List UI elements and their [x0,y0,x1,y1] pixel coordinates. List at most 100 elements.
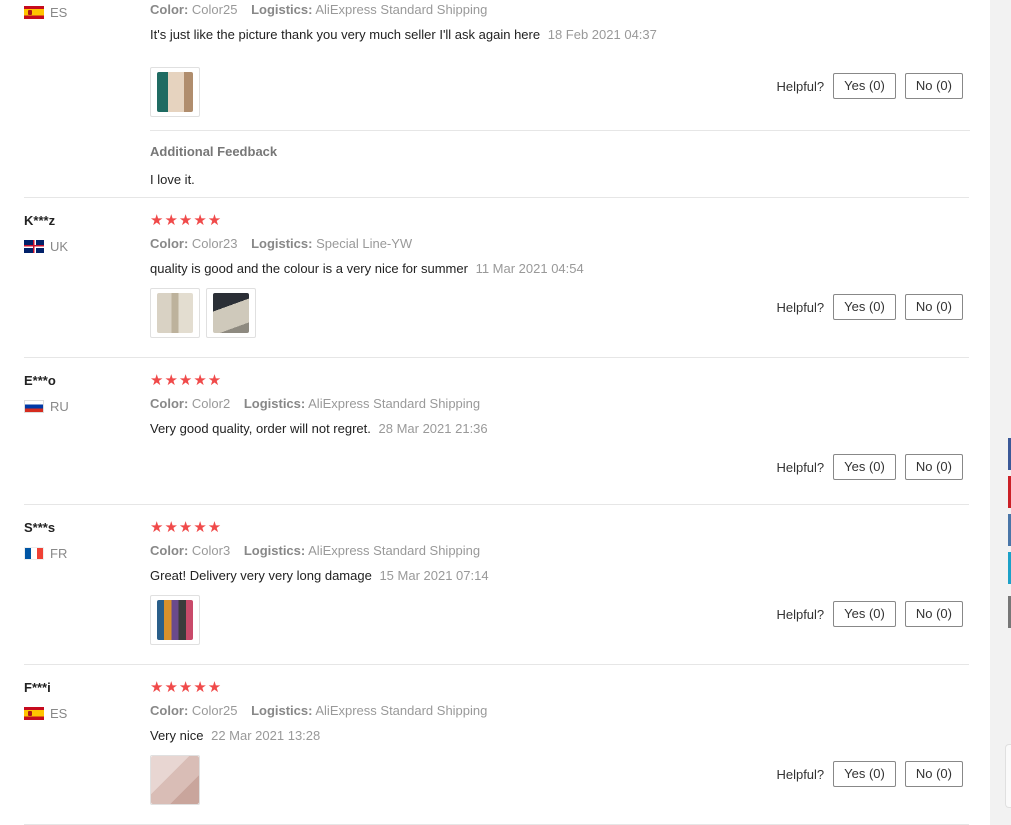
reviewer-country: UK [24,238,134,254]
reviewer: E***o RU [24,372,134,414]
additional-feedback: Additional Feedback I love it. [150,130,970,189]
helpful-label: Helpful? [776,459,825,475]
country-code: UK [50,238,69,254]
logistics-key: Logistics: [243,543,306,558]
additional-feedback-text: I love it. [150,172,195,187]
country-code: RU [50,398,69,414]
helpful-vote: Helpful? Yes (0) No (0) [776,601,963,627]
review-text: quality is good and the colour is a very… [150,260,970,278]
review-body: It's just like the picture thank you ver… [150,27,541,42]
review-photo-thumbnail[interactable] [150,67,200,117]
helpful-yes-button[interactable]: Yes (0) [833,73,896,99]
review-content: ★★★★★ Color: Color2 Logistics: AliExpres… [150,372,970,438]
review-item: E***o RU ★★★★★ Color: Color2 Logistics: … [24,372,969,505]
review-meta: Color: Color3 Logistics: AliExpress Stan… [150,542,970,560]
helpful-label: Helpful? [776,299,825,315]
reviewer-name: E***o [24,373,56,388]
logistics-value: AliExpress Standard Shipping [308,396,481,411]
color-key: Color: [150,703,189,718]
helpful-vote: Helpful? Yes (0) No (0) [776,294,963,320]
star-rating: ★★★★★ [150,519,223,536]
additional-feedback-title: Additional Feedback [150,144,278,159]
color-key: Color: [150,236,189,251]
color-value: Color25 [191,703,238,718]
helpful-no-button[interactable]: No (0) [904,761,963,787]
helpful-label: Helpful? [776,606,825,622]
color-value: Color25 [191,2,238,17]
review-text: It's just like the picture thank you ver… [150,26,970,44]
color-value: Color23 [191,236,238,251]
review-photo-thumbnail[interactable] [150,595,200,645]
helpful-label: Helpful? [776,78,825,94]
color-key: Color: [150,543,189,558]
review-meta: Color: Color25 Logistics: AliExpress Sta… [150,1,970,19]
russia-flag-icon [24,399,44,413]
helpful-yes-button[interactable]: Yes (0) [833,601,896,627]
review-body: Great! Delivery very very long damage [150,568,372,583]
review-date: 22 Mar 2021 13:28 [211,728,321,743]
review-photos [150,595,200,645]
review-body: Very good quality, order will not regret… [150,421,371,436]
review-photos [150,67,200,117]
logistics-key: Logistics: [251,703,313,718]
country-code: ES [50,705,68,721]
country-code: FR [50,545,68,561]
reviewer-name: S***s [24,520,56,535]
logistics-value: Special Line-YW [316,236,413,251]
color-value: Color3 [191,543,231,558]
reviewer: S***s FR [24,519,134,561]
review-meta: Color: Color25 Logistics: AliExpress Sta… [150,702,970,720]
helpful-yes-button[interactable]: Yes (0) [833,454,896,480]
review-text: Very nice 22 Mar 2021 13:28 [150,727,970,745]
review-content: ★★★★★ Color: Color3 Logistics: AliExpres… [150,519,970,585]
review-body: quality is good and the colour is a very… [150,261,468,276]
star-rating: ★★★★★ [150,372,223,389]
helpful-vote: Helpful? Yes (0) No (0) [776,454,963,480]
reviewer-country: ES [24,4,134,20]
color-key: Color: [150,396,189,411]
review-item: ES ★★★★★ Color: Color25 Logistics: AliEx… [24,0,970,198]
review-date: 28 Mar 2021 21:36 [378,421,488,436]
review-content: ★★★★★ Color: Color25 Logistics: AliExpre… [150,0,970,44]
color-value: Color2 [191,396,231,411]
logistics-key: Logistics: [251,236,313,251]
review-photo-thumbnail[interactable] [206,288,256,338]
logistics-value: AliExpress Standard Shipping [308,543,481,558]
helpful-yes-button[interactable]: Yes (0) [833,294,896,320]
review-item: F***i ES ★★★★★ Color: Color25 Logistics:… [24,679,969,825]
logistics-value: AliExpress Standard Shipping [315,703,488,718]
reviewer-name: F***i [24,680,51,695]
review-meta: Color: Color23 Logistics: Special Line-Y… [150,235,970,253]
review-date: 18 Feb 2021 04:37 [547,27,657,42]
review-text: Great! Delivery very very long damage 15… [150,567,970,585]
logistics-key: Logistics: [243,396,306,411]
review-content: ★★★★★ Color: Color23 Logistics: Special … [150,212,970,278]
review-date: 15 Mar 2021 07:14 [379,568,489,583]
spain-flag-icon [24,5,44,19]
review-body: Very nice [150,728,204,743]
star-rating: ★★★★★ [150,212,223,229]
review-photo-thumbnail[interactable] [150,288,200,338]
review-item: K***z UK ★★★★★ Color: Color23 Logistics:… [24,212,969,358]
reviewer: ES [24,0,134,20]
helpful-vote: Helpful? Yes (0) No (0) [776,761,963,787]
star-rating: ★★★★★ [150,679,223,696]
review-text: Very good quality, order will not regret… [150,420,970,438]
spain-flag-icon [24,706,44,720]
reviewer: F***i ES [24,679,134,721]
helpful-yes-button[interactable]: Yes (0) [833,761,896,787]
helpful-no-button[interactable]: No (0) [904,294,963,320]
review-content: ★★★★★ Color: Color25 Logistics: AliExpre… [150,679,970,745]
review-photos [150,755,200,805]
reviewer-country: ES [24,705,134,721]
review-photo-thumbnail[interactable] [150,755,200,805]
helpful-no-button[interactable]: No (0) [904,454,963,480]
review-item: S***s FR ★★★★★ Color: Color3 Logistics: … [24,519,969,665]
uk-flag-icon [24,239,44,253]
reviews-panel: ES ★★★★★ Color: Color25 Logistics: AliEx… [0,0,990,825]
logistics-value: AliExpress Standard Shipping [315,2,488,17]
scroll-widget[interactable] [1005,744,1011,808]
helpful-no-button[interactable]: No (0) [904,601,963,627]
review-date: 11 Mar 2021 04:54 [475,261,584,276]
helpful-no-button[interactable]: No (0) [904,73,963,99]
